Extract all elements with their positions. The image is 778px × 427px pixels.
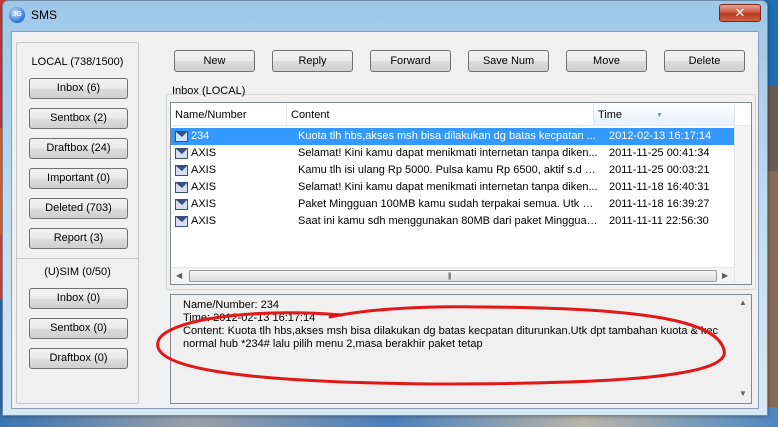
local-draftbox-button[interactable]: Draftbox (24) xyxy=(29,138,128,159)
table-row[interactable]: AXIS Paket Mingguan 100MB kamu sudah terp… xyxy=(171,196,735,213)
horizontal-scroll-thumb[interactable]: ||| xyxy=(189,270,717,282)
row-content: Paket Mingguan 100MB kamu sudah terpakai… xyxy=(298,198,598,210)
envelope-icon xyxy=(175,199,188,210)
row-time: 2011-11-25 00:41:34 xyxy=(609,147,710,159)
save-number-button[interactable]: Save Num xyxy=(468,50,549,72)
detail-content: Content: Kuota tlh hbs,akses msh bisa di… xyxy=(183,325,719,337)
envelope-icon xyxy=(175,216,188,227)
column-header-name[interactable]: Name/Number xyxy=(171,103,287,126)
message-detail-text: Name/Number: 234 Time: 2012-02-13 16:17:… xyxy=(183,299,731,351)
forward-button[interactable]: Forward xyxy=(370,50,451,72)
column-header-time-label: Time xyxy=(598,109,623,121)
sms-window: 3G SMS ✕ LOCAL (738/1500) Inbox (6) Sent… xyxy=(2,0,768,416)
close-button[interactable]: ✕ xyxy=(719,4,761,22)
client-area: LOCAL (738/1500) Inbox (6) Sentbox (2) D… xyxy=(11,31,759,409)
local-important-button[interactable]: Important (0) xyxy=(29,168,128,189)
local-deleted-button[interactable]: Deleted (703) xyxy=(29,198,128,219)
message-detail-pane[interactable]: Name/Number: 234 Time: 2012-02-13 16:17:… xyxy=(170,294,752,404)
table-row[interactable]: AXIS Kamu tlh isi ulang Rp 5000. Pulsa ka… xyxy=(171,162,735,179)
row-name: 234 xyxy=(191,130,210,142)
local-inbox-button[interactable]: Inbox (6) xyxy=(29,78,128,99)
delete-button[interactable]: Delete xyxy=(664,50,745,72)
scroll-left-icon[interactable]: ◀ xyxy=(176,271,182,280)
new-button[interactable]: New xyxy=(174,50,255,72)
list-vertical-scrollbar[interactable] xyxy=(734,126,751,284)
table-row[interactable]: AXIS Selamat! Kini kamu dapat menikmati i… xyxy=(171,179,735,196)
row-time: 2011-11-18 16:40:31 xyxy=(609,181,710,193)
sort-descending-icon: ▼ xyxy=(656,112,663,119)
sim-draftbox-button[interactable]: Draftbox (0) xyxy=(29,348,128,369)
sim-inbox-button[interactable]: Inbox (0) xyxy=(29,288,128,309)
row-time: 2011-11-18 16:39:27 xyxy=(609,198,710,210)
row-content: Kamu tlh isi ulang Rp 5000. Pulsa kamu R… xyxy=(298,164,598,176)
window-title: SMS xyxy=(31,8,58,22)
row-time: 2011-11-11 22:56:30 xyxy=(609,215,709,227)
move-button[interactable]: Move xyxy=(566,50,647,72)
sim-group-title: (U)SIM (0/50) xyxy=(44,266,111,278)
app-icon: 3G xyxy=(9,7,25,23)
sim-storage-group: (U)SIM (0/50) Inbox (0) Sentbox (0) Draf… xyxy=(16,258,139,404)
envelope-icon xyxy=(175,182,188,193)
row-name: AXIS xyxy=(191,181,217,193)
title-bar[interactable]: 3G SMS ✕ xyxy=(3,1,767,29)
row-name: AXIS xyxy=(191,164,217,176)
detail-name-number: Name/Number: 234 xyxy=(183,299,279,311)
local-group-title: LOCAL (738/1500) xyxy=(31,56,124,68)
row-name: AXIS xyxy=(191,198,217,210)
envelope-icon xyxy=(175,148,188,159)
reply-button[interactable]: Reply xyxy=(272,50,353,72)
column-header-time[interactable]: Time ▼ xyxy=(594,103,735,126)
row-name: AXIS xyxy=(191,147,217,159)
message-list[interactable]: Name/Number Content Time ▼ 234 Kuota tlh … xyxy=(170,102,752,285)
envelope-icon xyxy=(175,165,188,176)
envelope-icon xyxy=(175,131,188,142)
detail-content-continued: normal hub *234# lalu pilih menu 2,masa … xyxy=(183,338,483,350)
local-storage-group: LOCAL (738/1500) Inbox (6) Sentbox (2) D… xyxy=(16,42,139,272)
row-time: 2012-02-13 16:17:14 xyxy=(609,130,712,142)
row-content: Kuota tlh hbs,akses msh bisa dilakukan d… xyxy=(298,130,596,142)
row-content: Saat ini kamu sdh menggunakan 80MB dari … xyxy=(298,215,598,227)
row-content: Selamat! Kini kamu dapat menikmati inter… xyxy=(298,147,598,159)
row-content: Selamat! Kini kamu dapat menikmati inter… xyxy=(298,181,598,193)
local-sentbox-button[interactable]: Sentbox (2) xyxy=(29,108,128,129)
row-name: AXIS xyxy=(191,215,217,227)
table-row[interactable]: 234 Kuota tlh hbs,akses msh bisa dilakuka… xyxy=(171,128,735,145)
list-horizontal-scrollbar[interactable]: ◀ ||| ▶ xyxy=(171,267,734,284)
column-header-content[interactable]: Content xyxy=(287,103,594,126)
table-row[interactable]: AXIS Selamat! Kini kamu dapat menikmati i… xyxy=(171,145,735,162)
detail-vertical-scrollbar[interactable]: ▲ ▼ xyxy=(734,295,751,403)
sim-sentbox-button[interactable]: Sentbox (0) xyxy=(29,318,128,339)
list-header: Name/Number Content Time ▼ xyxy=(171,103,751,126)
row-time: 2011-11-25 00:03:21 xyxy=(609,164,710,176)
scroll-grip-icon: ||| xyxy=(448,273,452,280)
scroll-up-icon[interactable]: ▲ xyxy=(739,298,747,307)
inbox-group-label: Inbox (LOCAL) xyxy=(172,85,246,97)
scroll-right-icon[interactable]: ▶ xyxy=(722,271,728,280)
local-report-button[interactable]: Report (3) xyxy=(29,228,128,249)
table-row[interactable]: AXIS Saat ini kamu sdh menggunakan 80MB d… xyxy=(171,213,735,230)
scroll-down-icon[interactable]: ▼ xyxy=(739,389,747,398)
detail-time: Time: 2012-02-13 16:17:14 xyxy=(183,312,316,324)
